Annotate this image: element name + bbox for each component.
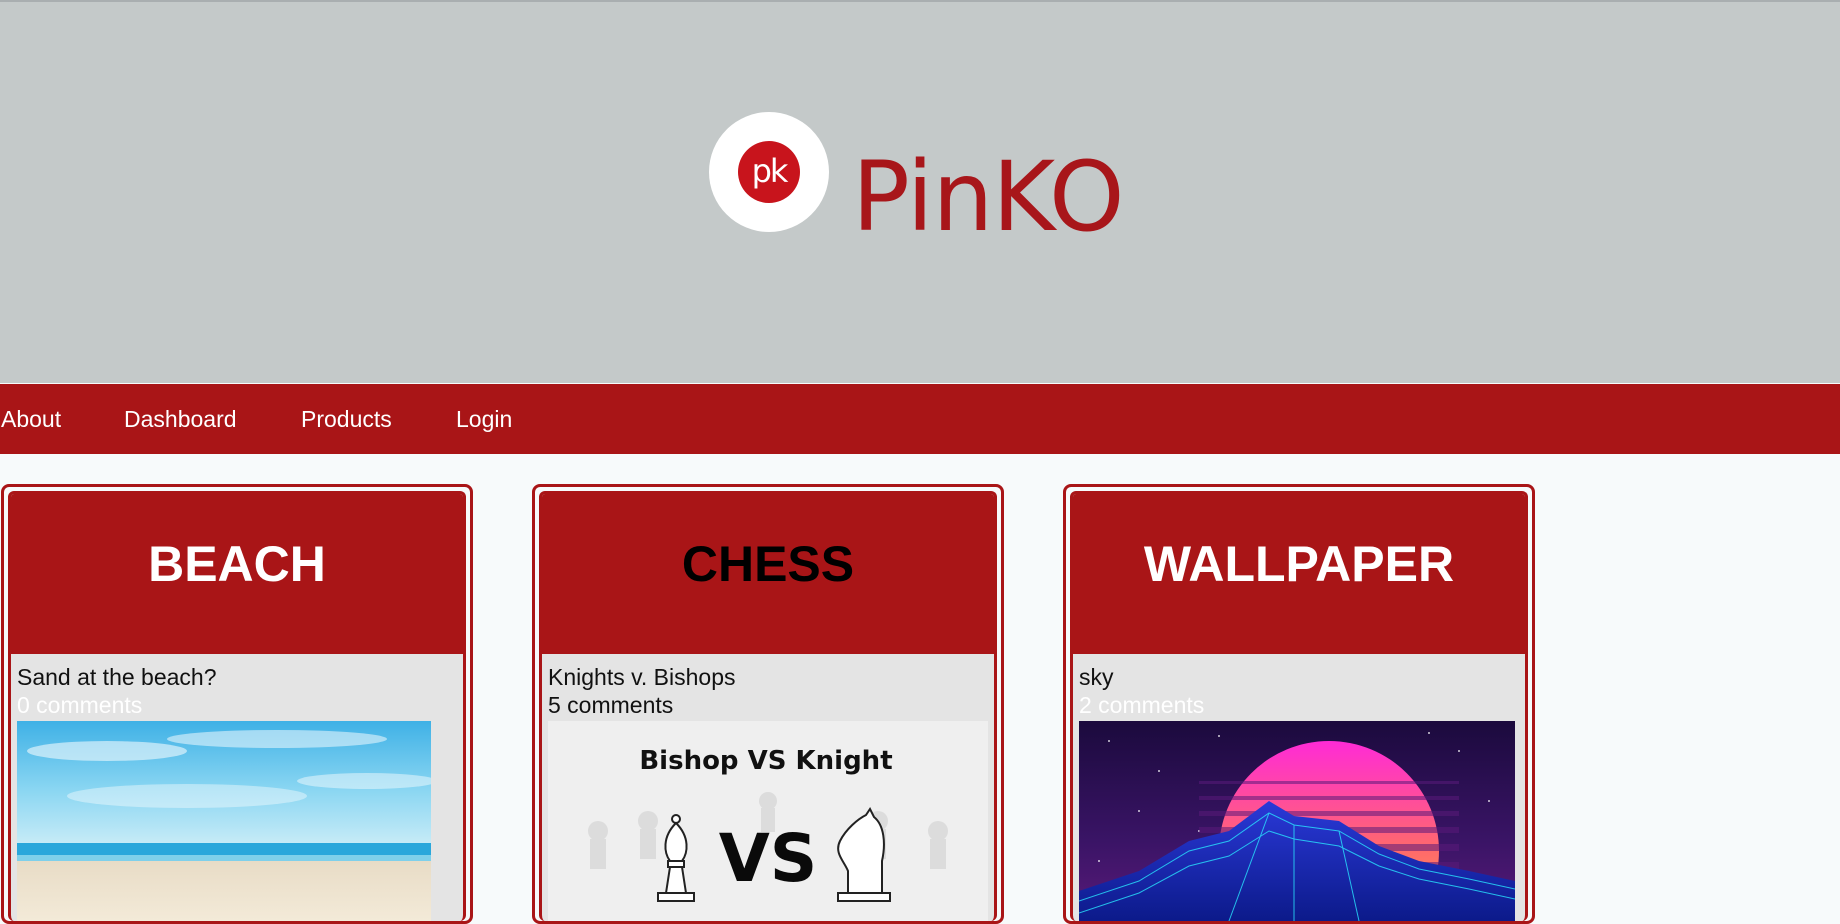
card-comment-count[interactable]: 0 comments xyxy=(17,691,463,719)
brand-name: PinKO xyxy=(852,141,1125,253)
beach-picture xyxy=(17,721,431,921)
card-heading: CHESS xyxy=(542,494,994,654)
card-inner: BEACH Sand at the beach? 0 comments xyxy=(8,491,466,921)
chess-picture: Bishop VS Knight VS xyxy=(548,721,988,921)
card-heading: WALLPAPER xyxy=(1073,494,1525,654)
card-body: Knights v. Bishops 5 comments Bishop VS … xyxy=(542,654,994,921)
card-chess[interactable]: CHESS Knights v. Bishops 5 comments Bish… xyxy=(532,484,1004,924)
logo[interactable]: pk xyxy=(709,112,829,232)
chess-vs: VS xyxy=(719,820,818,897)
chess-image[interactable]: Bishop VS Knight VS xyxy=(548,721,988,921)
logo-badge: pk xyxy=(738,141,800,203)
card-title[interactable]: sky xyxy=(1079,663,1525,691)
site-header: pk PinKO xyxy=(0,2,1840,383)
card-comment-count[interactable]: 2 comments xyxy=(1079,691,1525,719)
main-nav: About Dashboard Products Login xyxy=(0,384,1840,454)
card-inner: WALLPAPER sky 2 comments xyxy=(1070,491,1528,921)
card-title[interactable]: Knights v. Bishops xyxy=(548,663,994,691)
chess-caption: Bishop VS Knight xyxy=(639,746,892,776)
card-body: Sand at the beach? 0 comments xyxy=(11,654,463,921)
synthwave-picture xyxy=(1079,721,1515,921)
nav-dashboard-link[interactable]: Dashboard xyxy=(124,384,237,454)
beach-image[interactable] xyxy=(17,721,431,921)
card-heading: BEACH xyxy=(11,494,463,654)
card-inner: CHESS Knights v. Bishops 5 comments Bish… xyxy=(539,491,997,921)
card-beach[interactable]: BEACH Sand at the beach? 0 comments xyxy=(1,484,473,924)
nav-about-link[interactable]: About xyxy=(1,384,61,454)
wallpaper-image[interactable] xyxy=(1079,721,1515,921)
nav-login-link[interactable]: Login xyxy=(456,384,512,454)
card-title[interactable]: Sand at the beach? xyxy=(17,663,463,691)
card-comment-count[interactable]: 5 comments xyxy=(548,691,994,719)
card-body: sky 2 comments xyxy=(1073,654,1525,921)
nav-products-link[interactable]: Products xyxy=(301,384,392,454)
card-wallpaper[interactable]: WALLPAPER sky 2 comments xyxy=(1063,484,1535,924)
